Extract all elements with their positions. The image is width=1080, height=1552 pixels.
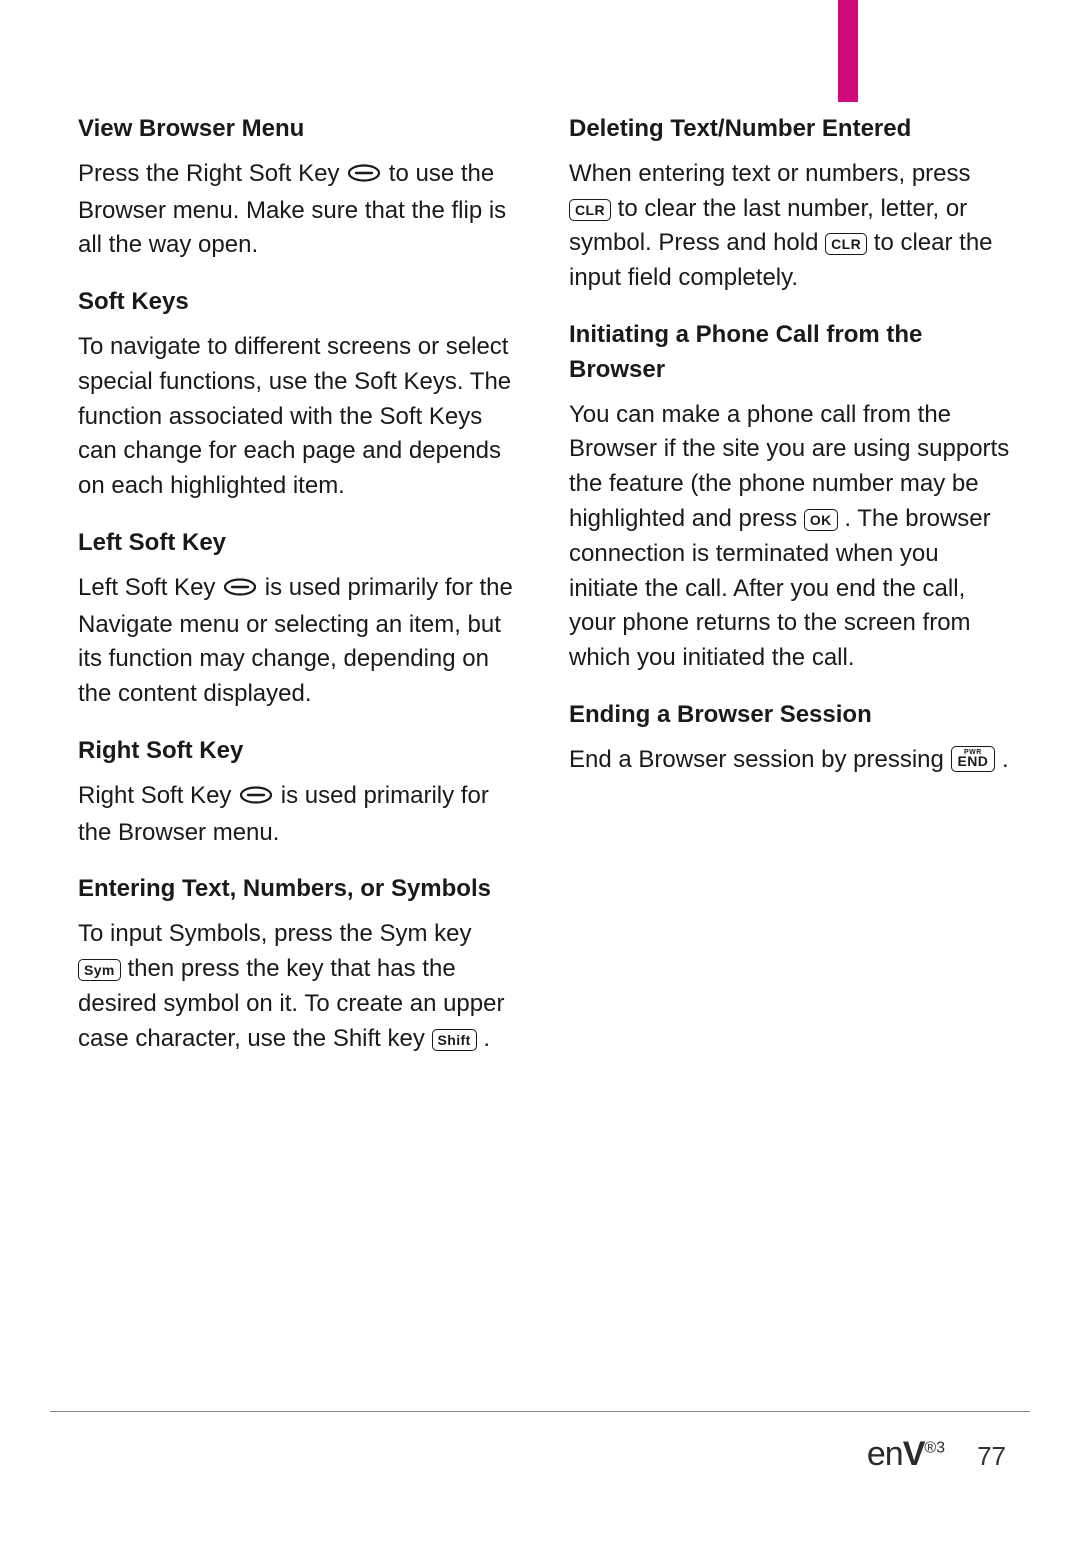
ok-key-icon: OK	[804, 509, 838, 531]
heading-right-soft-key: Right Soft Key	[78, 734, 519, 769]
text: Left Soft Key	[78, 574, 222, 601]
right-column: Deleting Text/Number Entered When enteri…	[569, 112, 1010, 1062]
content-columns: View Browser Menu Press the Right Soft K…	[78, 112, 1010, 1062]
body-text: You can make a phone call from the Brows…	[569, 398, 1010, 676]
clr-key-icon: CLR	[569, 199, 611, 221]
heading-deleting-text: Deleting Text/Number Entered	[569, 112, 1010, 147]
product-logo: enV®3	[867, 1435, 945, 1474]
heading-entering-text: Entering Text, Numbers, or Symbols	[78, 872, 519, 907]
soft-key-icon	[238, 781, 274, 816]
text: Press the Right Soft Key	[78, 160, 346, 187]
body-text: Right Soft Key is used primarily for the…	[78, 779, 519, 851]
footer-divider	[50, 1411, 1030, 1412]
page-footer: enV®3 77	[867, 1435, 1006, 1474]
logo-v: V	[903, 1435, 925, 1473]
heading-ending-session: Ending a Browser Session	[569, 698, 1010, 733]
body-text: To navigate to different screens or sele…	[78, 330, 519, 504]
text: When entering text or numbers, press	[569, 160, 971, 187]
body-text: End a Browser session by pressing PWR EN…	[569, 743, 1010, 778]
clr-key-icon: CLR	[825, 233, 867, 255]
heading-initiating-call: Initiating a Phone Call from the Browser	[569, 318, 1010, 388]
text: End a Browser session by pressing	[569, 746, 951, 773]
end-key-icon: PWR END	[951, 746, 996, 772]
soft-key-icon	[222, 573, 258, 608]
end-label: END	[958, 753, 989, 769]
text: To input Symbols, press the Sym key	[78, 920, 472, 947]
heading-soft-keys: Soft Keys	[78, 285, 519, 320]
manual-page: View Browser Menu Press the Right Soft K…	[0, 0, 1080, 1552]
text: .	[483, 1025, 490, 1052]
sym-key-icon: Sym	[78, 959, 121, 981]
logo-prefix: en	[867, 1435, 903, 1473]
body-text: Press the Right Soft Key to use the Brow…	[78, 157, 519, 263]
heading-view-browser-menu: View Browser Menu	[78, 112, 519, 147]
body-text: To input Symbols, press the Sym key Sym …	[78, 917, 519, 1056]
section-tab-accent	[838, 0, 858, 102]
body-text: When entering text or numbers, press CLR…	[569, 157, 1010, 296]
heading-left-soft-key: Left Soft Key	[78, 526, 519, 561]
page-number: 77	[977, 1441, 1006, 1472]
left-column: View Browser Menu Press the Right Soft K…	[78, 112, 519, 1062]
text: Right Soft Key	[78, 782, 238, 809]
logo-sup: ®3	[924, 1440, 945, 1457]
text: .	[1002, 746, 1009, 773]
soft-key-icon	[346, 159, 382, 194]
shift-key-icon: Shift	[432, 1029, 477, 1051]
body-text: Left Soft Key is used primarily for the …	[78, 571, 519, 712]
